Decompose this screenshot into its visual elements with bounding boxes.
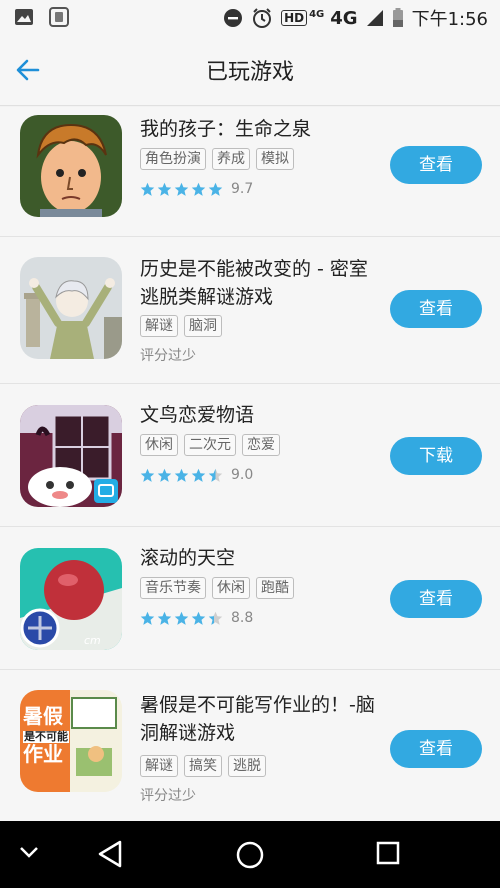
game-list: 我的孩子：生命之泉 角色扮演 养成 模拟 9.7 查看 历史是不能被改变的 - …	[0, 107, 500, 821]
star-icon	[157, 611, 172, 625]
app-name: 我的孩子：生命之泉	[140, 118, 312, 140]
page-title: 已玩游戏	[205, 60, 294, 85]
network-4g: 4G	[330, 7, 358, 29]
list-item[interactable]: 文鸟恋爱物语 休闲 二次元 恋爱 9.0 下载	[0, 384, 500, 527]
list-item[interactable]: 暑假 是不可能 作业 暑假是不可能写作业的！-脑洞解谜游戏 解谜 搞笑 逃脱 评…	[0, 670, 500, 821]
app-icon-bird-love[interactable]	[20, 405, 122, 507]
star-icon	[191, 611, 206, 625]
app-name: 历史是不能被改变的 - 密室逃脱类解谜游戏	[140, 258, 368, 308]
back-triangle-icon[interactable]	[96, 839, 124, 869]
rating-text: 评分过少	[140, 788, 196, 804]
tag-list: 音乐节奏 休闲 跑酷	[140, 577, 294, 599]
star-icon	[191, 182, 206, 196]
rating: 8.8	[140, 610, 253, 626]
tag: 休闲	[212, 577, 250, 599]
chevron-down-icon[interactable]	[18, 845, 40, 859]
navigation-bar	[0, 821, 500, 888]
rating-text: 评分过少	[140, 348, 196, 364]
app-icon-my-child[interactable]	[20, 115, 122, 217]
rating: 9.7	[140, 181, 253, 197]
do-not-disturb-icon	[224, 9, 243, 27]
svg-text:cm: cm	[84, 634, 101, 647]
star-icon	[157, 182, 172, 196]
tag-list: 休闲 二次元 恋爱	[140, 434, 280, 456]
star-icon	[157, 468, 172, 482]
tag: 解谜	[140, 755, 178, 777]
tag: 模拟	[256, 148, 294, 170]
rating-score: 9.7	[231, 181, 254, 197]
app-header: 已玩游戏	[0, 34, 500, 106]
tag: 音乐节奏	[140, 577, 206, 599]
clock-time: 下午1:56	[411, 9, 488, 30]
tag: 跑酷	[256, 577, 294, 599]
star-icon	[208, 182, 223, 196]
list-item[interactable]: 历史是不能被改变的 - 密室逃脱类解谜游戏 解谜 脑洞 评分过少 查看	[0, 237, 500, 384]
tag: 休闲	[140, 434, 178, 456]
tag: 养成	[212, 148, 250, 170]
recent-apps-icon[interactable]	[374, 839, 402, 867]
list-item[interactable]: cm 滚动的天空 音乐节奏 休闲 跑酷 8.8 查看	[0, 527, 500, 670]
star-icon	[174, 468, 189, 482]
alarm-icon	[253, 8, 272, 28]
sim-card-icon	[49, 7, 69, 27]
tag: 搞笑	[184, 755, 222, 777]
star-icon	[174, 182, 189, 196]
icon-title-text: 暑假 是不可能 作业	[23, 704, 69, 766]
half-star-icon	[208, 611, 223, 625]
download-button[interactable]: 下载	[390, 437, 482, 475]
star-icon	[174, 611, 189, 625]
app-name: 文鸟恋爱物语	[140, 404, 255, 426]
signal-icon	[366, 10, 383, 26]
view-button[interactable]: 查看	[390, 730, 482, 768]
app-name: 暑假是不可能写作业的！-脑洞解谜游戏	[140, 694, 375, 744]
tag: 二次元	[184, 434, 236, 456]
view-button[interactable]: 查看	[390, 290, 482, 328]
tag: 恋爱	[242, 434, 280, 456]
star-icon	[140, 182, 155, 196]
tag-list: 角色扮演 养成 模拟	[140, 148, 294, 170]
status-bar: HD 4G 4G 下午1:56	[0, 0, 500, 34]
rating-score: 9.0	[231, 467, 254, 483]
tag: 逃脱	[228, 755, 266, 777]
tag-list: 解谜 脑洞	[140, 315, 222, 337]
home-circle-icon[interactable]	[234, 839, 266, 871]
battery-icon	[392, 8, 403, 27]
network-4g-small: 4G	[309, 8, 325, 20]
view-button[interactable]: 查看	[390, 146, 482, 184]
image-icon	[15, 9, 33, 25]
app-name: 滚动的天空	[140, 547, 236, 569]
view-button[interactable]: 查看	[390, 580, 482, 618]
app-icon-rolling-sky[interactable]: cm	[20, 548, 122, 650]
app-icon-summer-homework[interactable]: 暑假 是不可能 作业	[20, 690, 122, 792]
hd-label: HD	[281, 10, 308, 26]
tag: 脑洞	[184, 315, 222, 337]
rating-score: 8.8	[231, 610, 254, 626]
tag: 解谜	[140, 315, 178, 337]
star-icon	[140, 611, 155, 625]
tag-list: 解谜 搞笑 逃脱	[140, 755, 266, 777]
tag: 角色扮演	[140, 148, 206, 170]
star-icon	[191, 468, 206, 482]
app-icon-history[interactable]	[20, 257, 122, 359]
rating: 9.0	[140, 467, 253, 483]
list-item[interactable]: 我的孩子：生命之泉 角色扮演 养成 模拟 9.7 查看	[0, 107, 500, 237]
half-star-icon	[208, 468, 223, 482]
star-icon	[140, 468, 155, 482]
